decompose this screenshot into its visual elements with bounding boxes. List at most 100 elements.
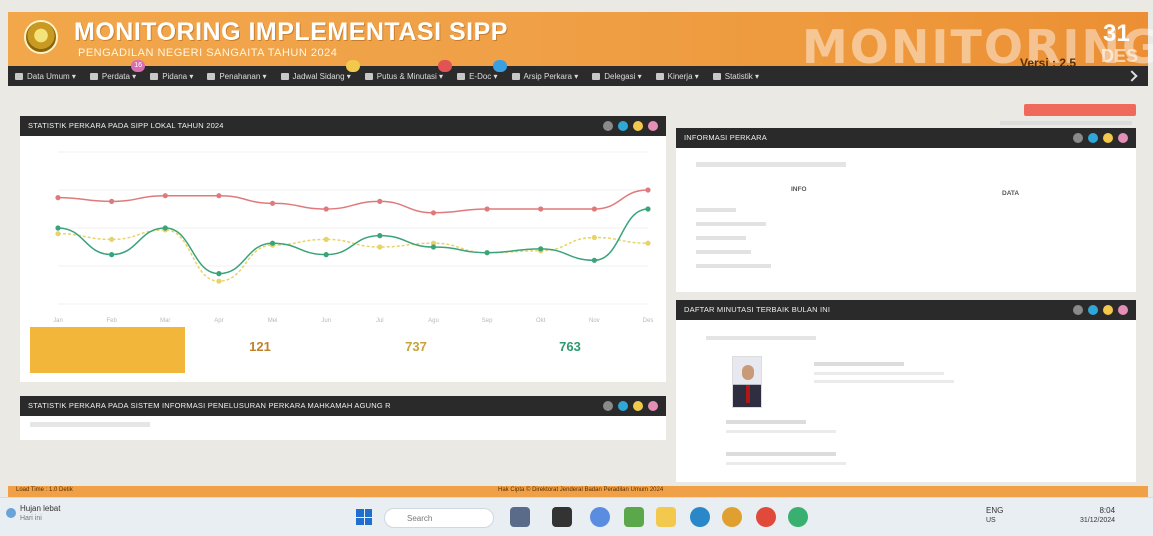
app-icon[interactable]	[756, 507, 776, 527]
app-icon[interactable]	[552, 507, 572, 527]
panel-header: INFORMASI PERKARA	[676, 128, 1136, 148]
weather-icon[interactable]	[6, 508, 16, 518]
file-explorer-icon[interactable]	[656, 507, 676, 527]
calendar-icon	[280, 72, 289, 80]
data-point	[55, 195, 61, 201]
start-button-icon[interactable]	[356, 509, 372, 525]
close-dot-icon[interactable]	[648, 121, 658, 131]
nav-item[interactable]: Delegasi ▾	[585, 66, 648, 86]
data-point	[645, 206, 651, 212]
data-point	[591, 206, 597, 212]
app-icon[interactable]	[510, 507, 530, 527]
windows-taskbar: Hujan lebat Hari ini Search ENG US 8:04 …	[0, 497, 1153, 536]
list-item	[726, 462, 846, 465]
data-point	[323, 206, 329, 212]
edge-icon[interactable]	[690, 507, 710, 527]
info-perkara-panel: INFORMASI PERKARA INFO DATA	[676, 128, 1136, 292]
taskbar-search[interactable]: Search	[384, 508, 494, 528]
refresh-dot-icon[interactable]	[1088, 305, 1098, 315]
nav-item[interactable]: Arsip Perkara ▾	[505, 66, 586, 86]
data-point	[55, 225, 61, 231]
nav-item-label: Jadwal Sidang ▾	[292, 71, 351, 81]
nav-item[interactable]: Penahanan ▾	[200, 66, 273, 86]
nav-item-label: Putus & Minutasi ▾	[376, 71, 444, 81]
share-icon	[592, 72, 601, 80]
photo-face	[742, 365, 754, 380]
clock[interactable]: 8:04 31/12/2024	[1080, 506, 1115, 524]
x-tick-label: Nov	[589, 318, 600, 324]
close-dot-icon[interactable]	[1118, 133, 1128, 143]
data-point	[538, 206, 544, 212]
settings-dot-icon[interactable]	[603, 121, 613, 131]
list-item	[726, 420, 806, 424]
list-item	[814, 362, 904, 366]
court-logo	[24, 20, 58, 54]
nav-item[interactable]: Jadwal Sidang ▾	[274, 60, 360, 86]
series-line	[57, 189, 649, 214]
gavel-icon	[150, 72, 159, 80]
folder-icon	[457, 72, 466, 80]
language-indicator[interactable]: ENG US	[986, 506, 1003, 524]
nav-item[interactable]: Perdata ▾ 16	[83, 60, 146, 86]
bar-chart-icon	[655, 72, 664, 80]
app-icon[interactable]	[624, 507, 644, 527]
minimize-dot-icon[interactable]	[1103, 133, 1113, 143]
nav-item[interactable]: Putus & Minutasi ▾	[358, 60, 453, 86]
nav-item[interactable]: Statistik ▾	[706, 66, 766, 86]
date: 31/12/2024	[1080, 517, 1116, 524]
refresh-dot-icon[interactable]	[618, 121, 628, 131]
nav-item-label: Kinerja ▾	[667, 71, 699, 81]
data-point	[109, 252, 115, 258]
series-line	[57, 208, 649, 275]
close-dot-icon[interactable]	[1118, 305, 1128, 315]
screen: MONITORING IMPLEMENTASI SIPP PENGADILAN …	[0, 0, 1153, 536]
notification-button[interactable]	[1024, 104, 1136, 116]
summary-box-1	[30, 327, 185, 373]
nav-item[interactable]: E-Doc ▾	[450, 60, 507, 86]
minimize-dot-icon[interactable]	[633, 121, 643, 131]
settings-dot-icon[interactable]	[603, 401, 613, 411]
list-item	[814, 380, 954, 383]
info-row	[696, 248, 1126, 258]
info-row	[696, 262, 1126, 272]
nav-item[interactable]: Kinerja ▾	[649, 66, 706, 86]
filter-placeholder[interactable]	[706, 336, 816, 340]
panel-header: STATISTIK PERKARA PADA SIPP LOKAL TAHUN …	[20, 116, 666, 136]
weather-widget[interactable]: Hujan lebat Hari ini	[20, 504, 60, 522]
weather-sub: Hari ini	[20, 515, 42, 522]
panel-title: INFORMASI PERKARA	[684, 133, 767, 142]
line-chart: Jan Feb Mar Apr Mei Jun Jul Agu Sep Okt Nov Des	[53, 151, 653, 324]
notification-caption	[1000, 121, 1132, 125]
chrome-profile-icon[interactable]	[788, 507, 808, 527]
tabs-placeholder[interactable]	[696, 162, 846, 167]
nav-item-label: E-Doc ▾	[469, 71, 498, 81]
minimize-dot-icon[interactable]	[633, 401, 643, 411]
nav-item[interactable]: Pidana ▾	[143, 66, 200, 86]
chrome-icon[interactable]	[722, 507, 742, 527]
settings-dot-icon[interactable]	[1073, 133, 1083, 143]
x-tick-label: Mar	[160, 318, 170, 324]
app-subtitle: PENGADILAN NEGERI SANGAITA TAHUN 2024	[78, 47, 338, 59]
summary-value: 737	[405, 339, 427, 354]
settings-dot-icon[interactable]	[1073, 305, 1083, 315]
list-item	[726, 430, 836, 433]
x-tick-label: Agu	[428, 318, 439, 324]
x-tick-label: Sep	[482, 318, 493, 324]
date-month: DES	[1101, 46, 1139, 66]
nav-item-label: Statistik ▾	[724, 71, 759, 81]
nav-item-label: Pidana ▾	[162, 71, 194, 81]
minimize-dot-icon[interactable]	[1103, 305, 1113, 315]
panel-header: STATISTIK PERKARA PADA SISTEM INFORMASI …	[20, 396, 666, 416]
refresh-dot-icon[interactable]	[1088, 133, 1098, 143]
x-tick-label: Jul	[376, 318, 384, 324]
nav-item[interactable]: Data Umum ▾	[8, 66, 83, 86]
data-point	[430, 244, 437, 250]
panel-title: STATISTIK PERKARA PADA SIPP LOKAL TAHUN …	[28, 121, 224, 130]
close-dot-icon[interactable]	[648, 401, 658, 411]
loading-placeholder	[30, 422, 150, 427]
lang: ENG	[986, 506, 1004, 515]
photo-tie	[746, 385, 750, 403]
copilot-icon[interactable]	[590, 507, 610, 527]
chevron-right-icon[interactable]	[1126, 70, 1138, 82]
refresh-dot-icon[interactable]	[618, 401, 628, 411]
